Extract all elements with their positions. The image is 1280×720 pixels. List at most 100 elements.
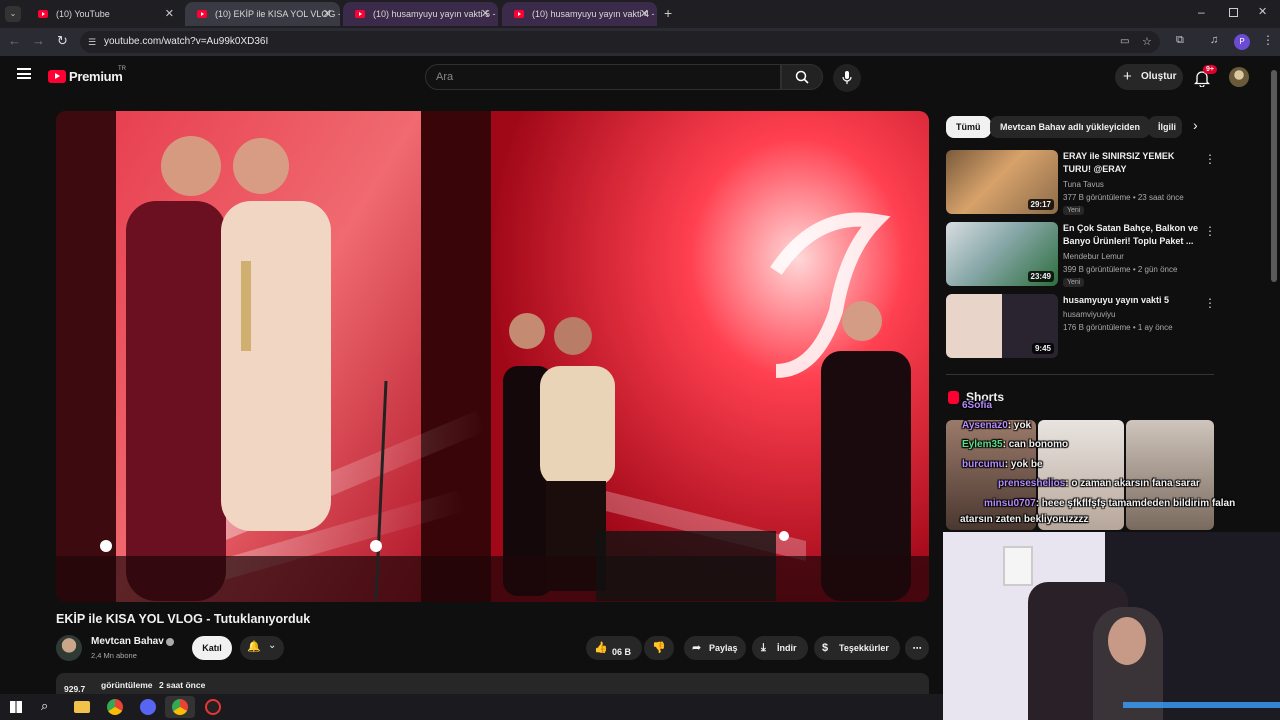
view-count: 929.7: [64, 684, 86, 694]
more-actions-button[interactable]: ⋯: [905, 636, 929, 660]
related-video-2[interactable]: 23:49 En Çok Satan Bahçe, Balkon ve Bany…: [946, 222, 1216, 288]
channel-avatar[interactable]: [56, 635, 82, 661]
channel-name[interactable]: Mevtcan Bahav: [91, 636, 164, 647]
dislike-button[interactable]: 👎: [644, 636, 674, 660]
close-tab-icon[interactable]: ✕: [165, 7, 174, 20]
bookmark-star-icon[interactable]: ☆: [1142, 31, 1152, 53]
more-icon[interactable]: ⋮: [1204, 224, 1216, 238]
search-button[interactable]: [781, 64, 823, 90]
create-label: Oluştur: [1141, 71, 1177, 82]
filter-chip-uploader[interactable]: Mevtcan Bahav adlı yükleyiciden: [990, 116, 1151, 138]
download-button[interactable]: ⤓ İndir: [752, 636, 808, 660]
hamburger-menu-icon[interactable]: [17, 68, 31, 79]
create-button[interactable]: + Oluştur: [1115, 64, 1183, 90]
close-tab-icon[interactable]: ✕: [481, 7, 490, 20]
thanks-button[interactable]: $ Teşekkürler: [814, 636, 900, 660]
video-thumbnail[interactable]: 29:17: [946, 150, 1058, 214]
section-divider: [946, 374, 1214, 375]
chrome-icon[interactable]: [107, 699, 123, 715]
reload-icon[interactable]: ↻: [57, 33, 68, 49]
like-button[interactable]: 👍 06 B: [586, 636, 642, 660]
subscribe-bell-button[interactable]: 🔔 ⌄: [240, 636, 284, 660]
voice-search-button[interactable]: [833, 64, 861, 92]
video-player[interactable]: [56, 111, 929, 602]
verified-icon: [166, 638, 174, 646]
tab-ekip-vlog[interactable]: (10) EKİP ile KISA YOL VLOG - T ✕: [185, 2, 340, 26]
download-label: İndir: [777, 643, 797, 653]
media-icon[interactable]: ♫: [1210, 34, 1218, 46]
tab-search-button[interactable]: ⌄: [5, 6, 21, 22]
chat-message: : heee şfkflfşfş tamamdeden bildirim fal…: [1035, 498, 1236, 509]
subscriber-count: 2,4 Mn abone: [91, 651, 137, 660]
more-icon[interactable]: ⋮: [1204, 152, 1216, 166]
logo-region: TR: [118, 66, 126, 72]
tab-youtube[interactable]: (10) YouTube ✕: [26, 2, 182, 26]
chat-message: : o zaman akarsın fana sarar: [1065, 478, 1200, 489]
restore-icon[interactable]: [1229, 8, 1238, 17]
filter-chip-all[interactable]: Tümü: [946, 116, 991, 138]
chat-message: atarsın zaten bekliyoruzzzz: [960, 514, 1089, 525]
duration-badge: 29:17: [1027, 199, 1054, 210]
tab-yayin-vakti-5[interactable]: (10) husamyuyu yayın vakti 5 - ✕: [343, 2, 498, 26]
more-icon[interactable]: ⋮: [1204, 296, 1216, 310]
chrome-profile-icon[interactable]: [172, 699, 188, 715]
notifications-button[interactable]: 9+: [1192, 65, 1217, 88]
related-video-title: En Çok Satan Bahçe, Balkon ve Banyo Ürün…: [1063, 223, 1199, 246]
chat-line: atarsın zaten bekliyoruzzzz: [960, 514, 1088, 525]
back-icon[interactable]: ←: [8, 33, 21, 48]
chevron-down-icon: ⌄: [268, 640, 277, 651]
chat-line: 6Sofia: [962, 400, 992, 411]
profile-icon[interactable]: P: [1234, 34, 1250, 50]
join-button[interactable]: Katıl: [192, 636, 232, 660]
duration-badge: 23:49: [1027, 271, 1054, 282]
related-video-title: ERAY ile SINIRSIZ YEMEK TURU! @ERAY: [1063, 151, 1175, 174]
video-thumbnail[interactable]: 23:49: [946, 222, 1058, 286]
tab-label: (10) EKİP ile KISA YOL VLOG - T: [215, 9, 340, 19]
related-video-channel: Mendebur Lemur: [1063, 252, 1124, 261]
tab-label: (10) husamyuyu yayın vakti 5 -: [373, 9, 496, 19]
extensions-icon[interactable]: ⧉: [1176, 34, 1184, 47]
page-scrollbar[interactable]: [1271, 70, 1277, 282]
thanks-icon: $: [822, 642, 829, 654]
tab-yayin-vakti-4[interactable]: (10) husamyuyu yayın vakti 4 - ✕: [502, 2, 657, 26]
close-tab-icon[interactable]: ✕: [640, 7, 649, 20]
chat-username: Eylem35: [962, 439, 1003, 450]
file-explorer-icon[interactable]: [74, 701, 90, 713]
youtube-favicon-icon: [38, 10, 48, 18]
new-tab-icon[interactable]: +: [664, 5, 672, 21]
forward-icon[interactable]: →: [32, 33, 45, 48]
app-icon[interactable]: [205, 699, 221, 715]
share-button[interactable]: ➦ Paylaş: [684, 636, 746, 660]
related-video-1[interactable]: 29:17 ERAY ile SINIRSIZ YEMEK TURU! @ERA…: [946, 150, 1216, 216]
search-input[interactable]: Ara: [425, 64, 781, 90]
related-video-meta: 176 B görüntüleme • 1 ay önce: [1063, 323, 1173, 332]
site-info-icon[interactable]: ☰: [88, 31, 96, 53]
tab-label: (10) husamyuyu yayın vakti 4 -: [532, 9, 655, 19]
account-avatar[interactable]: [1229, 67, 1249, 87]
new-badge: Yeni: [1063, 206, 1085, 215]
short-thumbnail[interactable]: [1126, 420, 1214, 530]
video-thumbnail[interactable]: 9:45: [946, 294, 1058, 358]
filter-chip-related[interactable]: İlgili: [1148, 116, 1182, 138]
shorts-icon: [948, 391, 959, 404]
video-frame-image: [56, 111, 929, 602]
chat-message: : yok: [1007, 420, 1032, 431]
browser-menu-icon[interactable]: ⋮: [1262, 33, 1274, 47]
related-video-channel: husamviyuviyu: [1063, 310, 1116, 319]
chevron-right-icon[interactable]: ›: [1193, 117, 1198, 133]
address-bar[interactable]: ☰ youtube.com/watch?v=Au99k0XD36I ▭ ☆: [80, 31, 1160, 53]
youtube-play-icon: [48, 70, 66, 83]
related-video-3[interactable]: 9:45 husamyuyu yayın vakti 5 husamviyuvi…: [946, 294, 1216, 360]
thumbs-down-icon: 👎: [652, 642, 666, 654]
close-tab-icon[interactable]: ✕: [323, 7, 332, 20]
address-toolbar: ← → ↻ ☰ youtube.com/watch?v=Au99k0XD36I …: [0, 28, 1280, 56]
windows-start-icon[interactable]: [10, 701, 22, 713]
search-icon[interactable]: ⌕: [41, 698, 48, 714]
cast-icon[interactable]: ▭: [1120, 31, 1129, 53]
close-window-icon[interactable]: ✕: [1258, 5, 1267, 18]
new-badge: Yeni: [1063, 278, 1085, 287]
related-video-meta: 399 B görüntüleme • 2 gün önce: [1063, 265, 1178, 274]
taskbar: ⌕: [0, 694, 943, 720]
discord-icon[interactable]: [140, 699, 156, 715]
minimize-icon[interactable]: –: [1198, 5, 1205, 19]
